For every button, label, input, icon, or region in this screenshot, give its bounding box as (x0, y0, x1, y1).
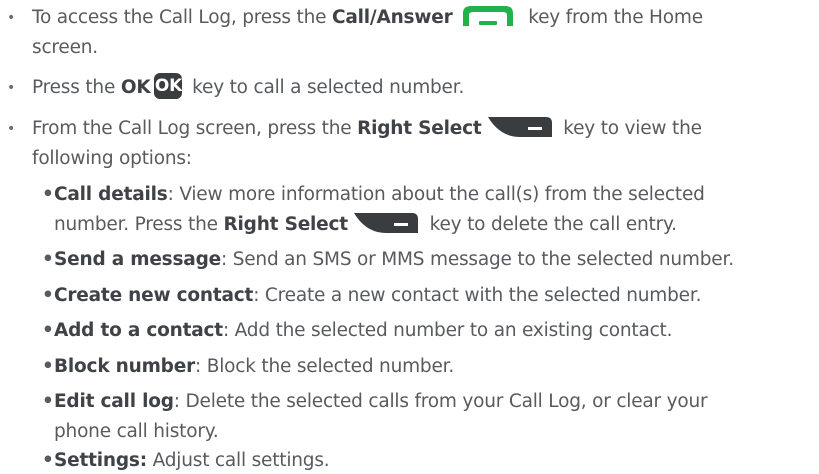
option-text-line2: phone call history. (54, 421, 219, 442)
bullet-text-line2: following options: (32, 148, 192, 169)
key-label-right-select: Right Select (223, 214, 348, 235)
option-text: Send a message: Send an SMS or MMS messa… (54, 245, 734, 275)
option-description: : Delete the selected calls from your Ca… (173, 391, 708, 412)
bullet-dot: • (7, 80, 16, 96)
option-description: : View more information about the call(s… (167, 184, 705, 205)
instructions-page: • To access the Call Log, press the Call… (0, 0, 819, 472)
option-title: Edit call log (54, 391, 174, 412)
key-label-right-select: Right Select (357, 118, 482, 139)
key-label-call-answer: Call/Answer (331, 7, 453, 28)
ok-key-icon: OK (154, 73, 183, 99)
bullet-dot: • (7, 10, 16, 26)
option-call-details: • Call details: View more information ab… (0, 180, 819, 240)
option-title: Block number (54, 356, 195, 377)
option-title: Send a message (54, 249, 221, 270)
option-create-new-contact: • Create new contact: Create a new conta… (0, 281, 819, 311)
call-answer-key-icon (457, 4, 519, 28)
option-description: : Create a new contact with the selected… (253, 285, 702, 306)
sub-bullet-dot: • (42, 450, 54, 471)
right-select-key-icon (352, 210, 420, 236)
bullet-call-log-access: • To access the Call Log, press the Call… (0, 3, 819, 63)
option-text: Create new contact: Create a new contact… (54, 281, 701, 311)
option-text: Edit call log: Delete the selected calls… (54, 387, 708, 417)
bullet-text: From the Call Log screen, press the Righ… (32, 114, 702, 144)
option-text: Call details: View more information abou… (54, 180, 705, 210)
sub-bullet-dot: • (42, 391, 54, 412)
bullet-text-post: key to view the (557, 118, 702, 139)
sub-bullet-dot: • (42, 249, 54, 270)
bullet-text-pre: From the Call Log screen, press the (32, 118, 358, 139)
sub-bullet-dot: • (42, 356, 54, 377)
option-title: Settings: (54, 450, 147, 471)
key-label-ok: OK (120, 77, 151, 98)
option-text: Add to a contact: Add the selected numbe… (54, 316, 672, 346)
bullet-dot: • (7, 121, 16, 137)
option-line2-pre: number. Press the (54, 214, 224, 235)
option-text: Settings: Adjust call settings. (54, 448, 330, 474)
option-line2-post: key to delete the call entry. (423, 214, 677, 235)
bullet-right-select: • From the Call Log screen, press the Ri… (0, 114, 819, 174)
option-edit-call-log: • Edit call log: Delete the selected cal… (0, 387, 819, 447)
bullet-text-post: key from the Home (522, 7, 703, 28)
bullet-text-pre: Press the (32, 77, 121, 98)
option-title: Call details (54, 184, 168, 205)
option-send-message: • Send a message: Send an SMS or MMS mes… (0, 245, 819, 275)
bullet-text: Press the OK OK key to call a selected nu… (32, 73, 464, 103)
option-description: : Add the selected number to an existing… (222, 320, 673, 341)
option-text: Block number: Block the selected number. (54, 352, 454, 382)
option-title: Add to a contact (54, 320, 223, 341)
option-description: : Block the selected number. (195, 356, 455, 377)
option-text-line2: number. Press the Right Select key to de… (54, 210, 677, 240)
sub-bullet-dot: • (42, 320, 54, 341)
bullet-text-post: key to call a selected number. (186, 77, 465, 98)
bullet-text: To access the Call Log, press the Call/A… (32, 3, 703, 33)
option-add-to-contact: • Add to a contact: Add the selected num… (0, 316, 819, 346)
option-title: Create new contact (54, 285, 254, 306)
sub-bullet-dot: • (42, 184, 54, 205)
option-description: : Send an SMS or MMS message to the sele… (220, 249, 734, 270)
option-settings: • Settings: Adjust call settings. (0, 448, 819, 472)
bullet-text-pre: To access the Call Log, press the (32, 7, 332, 28)
option-description: Adjust call settings. (146, 450, 330, 471)
bullet-text-line2: screen. (32, 37, 98, 58)
option-block-number: • Block number: Block the selected numbe… (0, 352, 819, 382)
sub-bullet-dot: • (42, 285, 54, 306)
right-select-key-icon (486, 114, 554, 140)
bullet-ok-key: • Press the OK OK key to call a selected … (0, 73, 819, 103)
